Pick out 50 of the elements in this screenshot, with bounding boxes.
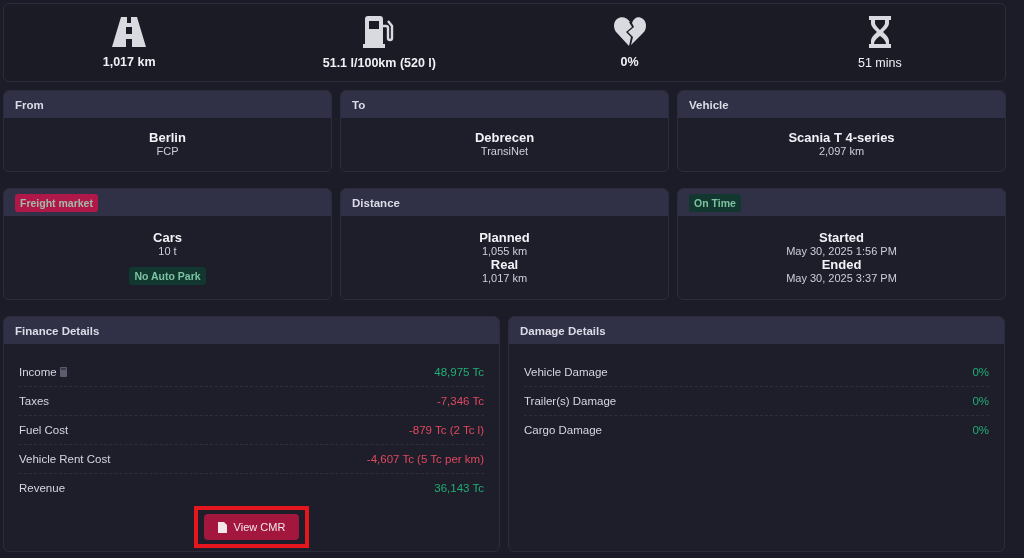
card-title: Vehicle — [689, 98, 729, 111]
card-detail: May 30, 2025 1:56 PM — [786, 245, 897, 257]
row-label: Vehicle Damage — [524, 366, 608, 378]
status-tag: No Auto Park — [129, 267, 206, 285]
status-tag: On Time — [689, 193, 741, 212]
row-value: 36,143 Tc — [434, 482, 484, 494]
card-heading: Ended — [821, 257, 862, 272]
card-heading: Started — [819, 230, 864, 245]
status-tag: Freight market — [15, 193, 98, 212]
card-detail: 2,097 km — [818, 145, 865, 157]
row-label: Income — [19, 366, 57, 378]
row-value: 0% — [972, 366, 989, 378]
row-value: 48,975 Tc — [434, 366, 484, 378]
row-value: -879 Tc (2 Tc l) — [409, 424, 484, 436]
card-heading: Debrecen — [474, 130, 535, 145]
row-label: Cargo Damage — [524, 424, 602, 436]
stat-value: 0% — [620, 54, 639, 69]
row-label: Fuel Cost — [19, 424, 69, 436]
row-label: Taxes — [19, 395, 50, 407]
card-detail: 1,055 km — [481, 245, 528, 257]
row-value: 0% — [972, 395, 989, 407]
card-heading: Real — [490, 257, 519, 272]
card-heading: Planned — [479, 230, 530, 245]
card-detail: 10 t — [158, 245, 177, 257]
card-title: To — [352, 98, 366, 111]
card-heading: Berlin — [149, 130, 186, 145]
stat-value: 51.1 l/100km (520 l) — [322, 55, 436, 70]
row-label: Revenue — [19, 482, 66, 494]
card-title: Finance Details — [15, 324, 100, 337]
document-icon — [217, 521, 227, 533]
road-icon — [112, 16, 147, 47]
row-value: -7,346 Tc — [436, 395, 484, 407]
card-detail: TransiNet — [480, 145, 529, 157]
row-label: Vehicle Rent Cost — [19, 453, 111, 465]
card-detail: May 30, 2025 3:37 PM — [786, 272, 897, 284]
row-value: 0% — [972, 424, 989, 436]
view-cmr-button[interactable]: View CMR — [203, 514, 300, 540]
row-label: Trailer(s) Damage — [524, 395, 617, 407]
hourglass-icon — [866, 15, 893, 48]
stat-value: 51 mins — [858, 55, 902, 70]
card-title: From — [15, 98, 44, 111]
card-title: Damage Details — [520, 324, 606, 337]
card-heading: Scania T 4-series — [788, 130, 895, 145]
card-detail: 1,017 km — [481, 272, 528, 284]
card-title: Distance — [352, 196, 400, 209]
stat-value: 1,017 km — [102, 54, 156, 69]
card-detail: FCP — [156, 145, 179, 157]
row-value: -4,607 Tc (5 Tc per km) — [366, 453, 484, 465]
card-heading: Cars — [153, 230, 182, 245]
broken-heart-icon — [612, 16, 647, 47]
